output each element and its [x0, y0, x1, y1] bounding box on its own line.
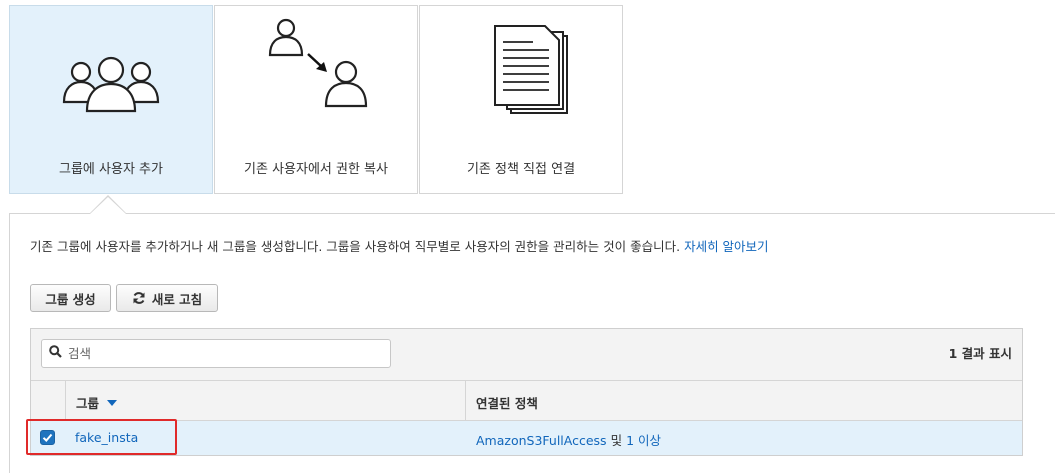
search-box[interactable]: [41, 339, 391, 368]
search-input[interactable]: [66, 345, 370, 362]
more-policies-link[interactable]: 1 이상: [626, 433, 661, 448]
refresh-label: 새로 고침: [151, 291, 203, 307]
attached-policies-cell: AmazonS3FullAccess 및 1 이상: [476, 430, 661, 449]
panel-pointer-fill: [90, 197, 126, 214]
policy-link[interactable]: AmazonS3FullAccess: [476, 433, 607, 448]
description-text: 기존 그룹에 사용자를 추가하거나 새 그룹을 생성합니다. 그룹을 사용하여 …: [30, 239, 681, 254]
users-group-icon: [10, 36, 212, 136]
panel-description: 기존 그룹에 사용자를 추가하거나 새 그룹을 생성합니다. 그룹을 사용하여 …: [30, 236, 769, 255]
column-header-group-label: 그룹: [76, 396, 100, 411]
search-icon: [49, 345, 62, 362]
card-label: 기존 정책 직접 연결: [466, 162, 576, 177]
policy-conjunction: 및: [610, 433, 623, 448]
card-label: 그룹에 사용자 추가: [59, 162, 163, 177]
create-group-button[interactable]: 그룹 생성: [30, 284, 111, 312]
group-name-link[interactable]: fake_insta: [75, 430, 138, 445]
column-divider: [465, 380, 466, 421]
card-attach-policies[interactable]: 기존 정책 직접 연결: [419, 5, 623, 194]
result-count: 1 결과 표시: [948, 346, 1012, 361]
sort-down-icon: [107, 399, 118, 406]
refresh-icon: [132, 291, 146, 305]
card-label: 기존 사용자에서 권한 복사: [244, 162, 388, 177]
card-add-user-to-group[interactable]: 그룹에 사용자 추가: [9, 5, 213, 194]
card-copy-permissions[interactable]: 기존 사용자에서 권한 복사: [214, 5, 418, 194]
refresh-button[interactable]: 새로 고침: [116, 284, 218, 312]
column-header-policies[interactable]: 연결된 정책: [476, 393, 538, 412]
column-header-group[interactable]: 그룹: [76, 393, 118, 412]
column-divider: [65, 380, 66, 421]
learn-more-link[interactable]: 자세히 알아보기: [684, 239, 768, 254]
copy-permissions-icon: [215, 18, 417, 136]
create-group-label: 그룹 생성: [45, 291, 96, 307]
policy-document-icon: [420, 25, 622, 136]
